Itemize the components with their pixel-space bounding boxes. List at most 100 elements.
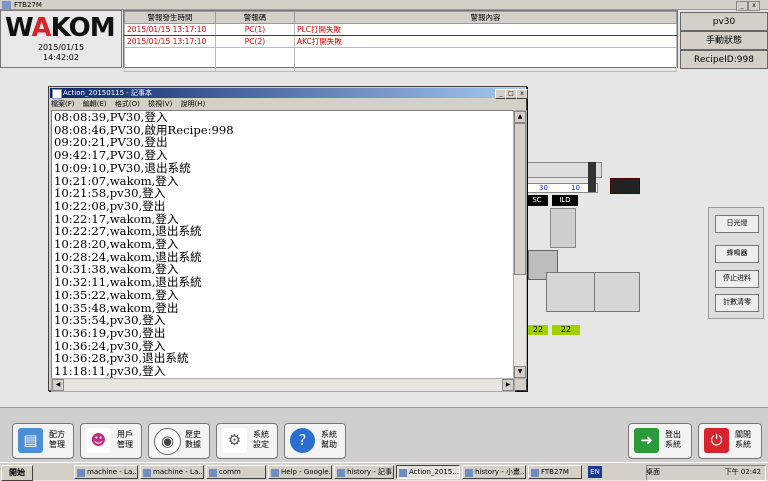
logout-label-1: 登出 [665,430,681,439]
users-icon: ☻ [86,428,111,453]
col-alarm-code[interactable]: 警報碼 [215,11,295,24]
right-counter: 10 [571,184,580,192]
close-icon[interactable]: x [516,89,528,99]
log-line: 08:08:46,PV30,啟用Recipe:998 [54,122,234,137]
log-line: 10:35:22,wakom,登入 [54,287,179,302]
log-line: 10:36:28,pv30,退出系統 [54,351,189,366]
sc-tag: SC [526,195,548,206]
close-system-button[interactable]: ⏻ 關閉 系統 [698,423,762,459]
alarm-content: PLC打開失敗 [294,23,677,36]
bottom-nav-bar: ▤ 配方 管理 ☻ 用戶 管理 ◉ 歷史 數據 ⚙ 系統 設定 ? 系統 幫助 ➜ 登出系… [0,407,768,462]
menu-view[interactable]: 檢視(V) [148,100,172,108]
col-alarm-time[interactable]: 警報發生時間 [124,11,216,24]
wakom-logo: WAKOM [5,13,116,43]
current-user-button[interactable]: pv30 [680,12,768,31]
notepad-text-area[interactable]: 08:08:39,PV30,登入 08:08:46,PV30,啟用Recipe:9… [51,110,515,379]
system-tray: 下午 02:42 [646,465,766,481]
help-icon: ? [290,428,315,453]
user-management-button[interactable]: ☻ 用戶 管理 [80,423,142,459]
logo-panel: WAKOM 2015/01/15 14:42:02 [0,10,122,68]
log-line: 10:31:38,wakom,登入 [54,262,179,277]
log-line: 10:28:20,wakom,登入 [54,237,179,251]
recipe-id-button[interactable]: RecipeID:998 [680,50,768,69]
windows-taskbar: 開始 machine - La... machine - La... comm … [0,462,768,481]
system-help-button[interactable]: ? 系統 幫助 [284,423,346,459]
notepad-title: Action_20150115 - 記事本 [63,89,153,97]
task-action-notepad[interactable]: Action_2015... [396,465,460,479]
task-ftb27m[interactable]: FTB27M [528,465,582,479]
menu-format[interactable]: 格式(O) [115,100,140,108]
menu-edit[interactable]: 編輯(E) [83,100,107,108]
language-indicator[interactable]: EN [588,466,602,478]
clock[interactable]: 下午 02:42 [725,466,761,479]
vertical-scrollbar[interactable]: ▲ ▼ [513,110,527,379]
level-right: 22 [552,325,580,335]
task-machine-2[interactable]: machine - La... [140,465,204,479]
stop-feed-button[interactable]: 停止进料 [715,270,759,288]
history-label-2: 數據 [185,440,201,449]
buzzer-button[interactable]: 蜂鳴器 [715,245,759,263]
left-counter: 30 [539,184,548,192]
logout-icon: ➜ [634,428,659,453]
logout-button[interactable]: ➜ 登出 系統 [628,423,692,459]
disc-icon: ◉ [154,428,181,455]
log-line: 10:22:27,wakom,退出系統 [54,224,202,239]
recipe-management-button[interactable]: ▤ 配方 管理 [12,423,74,459]
task-machine-1[interactable]: machine - La... [74,465,138,479]
level-left: 22 [528,325,548,335]
notepad-menu: 檔案(F) 編輯(E) 格式(O) 檢視(V) 說明(H) [51,99,211,109]
user-label-1: 用戶 [117,430,133,439]
history-data-button[interactable]: ◉ 歷史 數據 [148,423,210,459]
scroll-thumb[interactable] [514,123,526,275]
menu-help[interactable]: 說明(H) [181,100,206,108]
app-title: FTB27M [14,1,42,9]
menu-file[interactable]: 檔案(F) [51,100,75,108]
settings-label-2: 設定 [253,440,269,449]
alarm-content: AKC打開失敗 [294,35,677,48]
mode-status-button[interactable]: 手動狀態 [680,31,768,50]
table-row[interactable]: 2015/01/15 13:17:10 PC(2) AKC打開失敗 [124,35,677,48]
log-line: 10:36:19,pv30,登出 [54,325,166,340]
history-label-1: 歷史 [185,430,201,439]
control-panel: 日光燈 蜂鳴器 停止进料 計數清零 [708,207,764,319]
app-icon [2,1,11,9]
alarm-table[interactable]: 警報發生時間 警報碼 警報內容 2015/01/15 13:17:10 PC(1… [123,10,678,72]
close-app-button[interactable]: x [748,1,760,11]
minimize-button[interactable]: _ [736,1,748,11]
log-line: 10:28:24,wakom,退出系統 [54,249,202,264]
gear-icon: ⚙ [222,428,247,453]
current-time: 14:42:02 [43,53,79,62]
start-button[interactable]: 開始 [1,465,33,481]
scroll-right-icon[interactable]: ▶ [502,379,514,391]
current-date: 2015/01/15 [37,43,85,52]
scroll-down-icon[interactable]: ▼ [514,366,526,378]
system-settings-button[interactable]: ⚙ 系統 設定 [216,423,278,459]
table-row[interactable]: 2015/01/15 13:17:10 PC(1) PLC打開失敗 [124,23,677,36]
light-button[interactable]: 日光燈 [715,215,759,233]
app-title-bar: FTB27M _ x [0,0,768,11]
settings-label-1: 系統 [253,430,269,439]
machine-schematic: 30 10 SC ILD 22 22 [522,160,642,340]
scroll-up-icon[interactable]: ▲ [514,111,526,123]
task-history-paint[interactable]: history - 小畫... [462,465,526,479]
task-history-notepad[interactable]: history - 記事... [334,465,394,479]
log-line: 10:21:58,pv30,登入 [54,186,166,201]
reset-count-button[interactable]: 計數清零 [715,294,759,312]
close-label-1: 關閉 [735,430,751,439]
notepad-window[interactable]: Action_20150115 - 記事本 _ □ x 檔案(F) 編輯(E) … [48,86,528,392]
task-comm[interactable]: comm [206,465,266,479]
horizontal-scrollbar[interactable]: ◀ ▶ [51,378,515,392]
log-line: 09:42:17,PV30,登入 [54,148,168,163]
log-line: 11:18:11,pv30,登入 [54,364,166,378]
power-icon: ⏻ [704,428,729,453]
log-line: 10:32:11,wakom,退出系統 [54,275,202,290]
task-help-google[interactable]: Help - Google... [268,465,332,479]
log-line: 10:36:24,pv30,登入 [54,338,166,353]
alarm-code: PC(1) [215,23,295,36]
col-alarm-content[interactable]: 警報內容 [294,11,677,24]
user-label-2: 管理 [117,440,133,449]
ild-tag: ILD [552,195,578,206]
notepad-title-bar[interactable]: Action_20150115 - 記事本 _ □ x [50,88,528,99]
scroll-left-icon[interactable]: ◀ [52,379,64,391]
log-line: 10:22:17,wakom,登入 [54,211,179,226]
